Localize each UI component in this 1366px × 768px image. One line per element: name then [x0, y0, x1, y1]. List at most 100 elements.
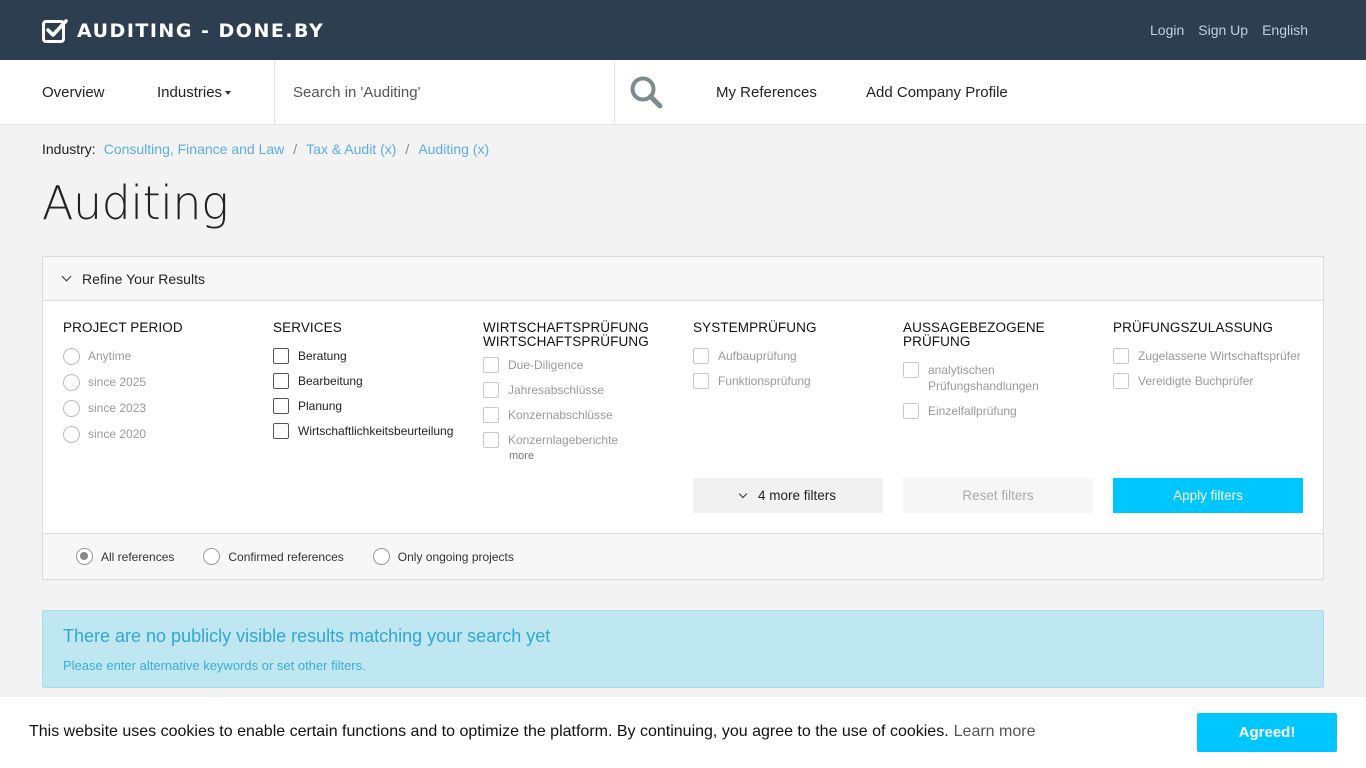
accept-cookies-button[interactable]: Agreed!: [1197, 713, 1337, 752]
breadcrumb-separator: /: [293, 141, 298, 157]
more-options-link[interactable]: more: [509, 450, 683, 462]
radio-button[interactable]: [372, 548, 390, 565]
search-box: [274, 60, 677, 125]
filter-project-period: PROJECT PERIOD Anytime since 2025 since …: [63, 321, 263, 443]
search-button[interactable]: [614, 60, 677, 124]
scope-ongoing-projects[interactable]: Only ongoing projects: [372, 548, 514, 565]
signup-link[interactable]: Sign Up: [1198, 22, 1248, 38]
assertion-option[interactable]: analytischen Prüfungshandlungen: [903, 362, 1103, 394]
alert-title: There are no publicly visible results ma…: [63, 626, 551, 646]
filter-title: SERVICES: [273, 320, 342, 335]
nav-industries-label: Industries: [157, 84, 223, 101]
nav-my-references[interactable]: My References: [716, 84, 817, 101]
system-option[interactable]: Aufbauprüfung: [693, 348, 893, 364]
scope-confirmed-references[interactable]: Confirmed references: [203, 548, 344, 565]
audit-option[interactable]: Jahresabschlüsse: [483, 382, 683, 398]
more-filters-button[interactable]: 4 more filters: [693, 478, 883, 513]
period-option[interactable]: since 2025: [63, 374, 263, 391]
checkbox[interactable]: [483, 382, 499, 398]
breadcrumb-tax-audit[interactable]: Tax & Audit (x): [306, 141, 396, 157]
radio-button[interactable]: [203, 548, 221, 565]
nav-add-company-profile[interactable]: Add Company Profile: [866, 84, 1008, 101]
checkbox[interactable]: [273, 398, 289, 414]
checkbox[interactable]: [693, 373, 709, 389]
audit-option[interactable]: Konzernlageberichte: [483, 432, 683, 448]
option-label: Konzernlageberichte: [508, 433, 619, 447]
radio-button[interactable]: [63, 374, 80, 391]
radio-button[interactable]: [63, 426, 80, 443]
option-label: Beratung: [298, 349, 347, 363]
nav-overview[interactable]: Overview: [42, 84, 105, 101]
nav-industries[interactable]: Industries: [157, 84, 232, 101]
breadcrumb-auditing[interactable]: Auditing (x): [418, 141, 489, 157]
cookie-message: This website uses cookies to enable cert…: [29, 723, 949, 740]
assertion-option[interactable]: Einzelfallprüfung: [903, 403, 1103, 419]
service-option[interactable]: Wirtschaftlichkeitsbeurteilung: [273, 423, 473, 439]
caret-down-icon: [225, 91, 232, 96]
checkbox[interactable]: [903, 403, 919, 419]
chevron-down-icon: [61, 271, 72, 282]
radio-button-selected[interactable]: [76, 548, 93, 565]
learn-more-link[interactable]: Learn more: [954, 723, 1036, 740]
checkbox[interactable]: [273, 348, 289, 364]
checkbox[interactable]: [483, 407, 499, 423]
reset-filters-button[interactable]: Reset filters: [903, 478, 1093, 513]
login-link[interactable]: Login: [1150, 22, 1184, 38]
checkbox[interactable]: [273, 373, 289, 389]
main-nav: Overview Industries My References Add Co…: [0, 60, 1366, 125]
service-option[interactable]: Beratung: [273, 348, 473, 364]
service-option[interactable]: Bearbeitung: [273, 373, 473, 389]
checkbox[interactable]: [273, 423, 289, 439]
option-label: since 2023: [88, 401, 147, 415]
refine-results-toggle[interactable]: Refine Your Results: [43, 257, 1323, 301]
refine-results-label: Refine Your Results: [82, 270, 205, 287]
cookie-text: This website uses cookies to enable cert…: [29, 723, 1035, 741]
audit-option[interactable]: Due-Diligence: [483, 357, 683, 373]
breadcrumb: Industry: Consulting, Finance and Law / …: [42, 141, 489, 157]
filter-title: WIRTSCHAFTSPRÜFUNG WIRTSCHAFTSPRÜFUNG: [483, 320, 649, 349]
license-option[interactable]: Vereidigte Buchprüfer: [1113, 373, 1313, 389]
option-label: Planung: [298, 399, 343, 413]
checkbox[interactable]: [693, 348, 709, 364]
breadcrumb-consulting[interactable]: Consulting, Finance and Law: [104, 141, 285, 157]
search-input[interactable]: [275, 60, 614, 124]
checkbox[interactable]: [1113, 373, 1129, 389]
scope-all-references[interactable]: All references: [76, 548, 174, 565]
filter-title: SYSTEMPRÜFUNG: [693, 320, 817, 335]
scope-label: All references: [101, 549, 175, 564]
breadcrumb-label: Industry:: [42, 141, 96, 157]
brand-logo[interactable]: AUDITING - DONE.BY: [42, 18, 324, 44]
filter-aussagebezogene-pruefung: AUSSAGEBEZOGENE PRÜFUNG analytischen Prü…: [903, 321, 1103, 419]
checkbox[interactable]: [1113, 348, 1129, 364]
period-option[interactable]: since 2020: [63, 426, 263, 443]
period-option[interactable]: Anytime: [63, 348, 263, 365]
filter-title: PROJECT PERIOD: [63, 320, 183, 335]
option-label: Due-Diligence: [508, 358, 584, 372]
radio-button[interactable]: [63, 400, 80, 417]
top-bar: AUDITING - DONE.BY Login Sign Up English: [0, 0, 1366, 60]
system-option[interactable]: Funktionsprüfung: [693, 373, 893, 389]
option-label: Zugelassene Wirtschaftsprüfer: [1138, 349, 1301, 363]
filter-title: AUSSAGEBEZOGENE PRÜFUNG: [903, 320, 1045, 349]
search-icon: [630, 76, 663, 109]
option-label: Funktionsprüfung: [718, 374, 811, 388]
checkbox[interactable]: [903, 362, 919, 378]
period-option[interactable]: since 2023: [63, 400, 263, 417]
license-option[interactable]: Zugelassene Wirtschaftsprüfer: [1113, 348, 1313, 364]
apply-filters-button[interactable]: Apply filters: [1113, 478, 1303, 513]
option-label: Anytime: [88, 349, 132, 363]
filter-panel: Refine Your Results PROJECT PERIOD Anyti…: [42, 256, 1324, 580]
language-link[interactable]: English: [1262, 22, 1308, 38]
radio-button[interactable]: [63, 348, 80, 365]
option-label: since 2025: [88, 375, 147, 389]
breadcrumb-separator: /: [405, 141, 410, 157]
service-option[interactable]: Planung: [273, 398, 473, 414]
checkbox[interactable]: [483, 432, 499, 448]
audit-option[interactable]: Konzernabschlüsse: [483, 407, 683, 423]
page-title: Auditing: [42, 176, 229, 230]
option-label: analytischen Prüfungshandlungen: [928, 363, 1039, 393]
checkbox[interactable]: [483, 357, 499, 373]
top-links: Login Sign Up English: [1150, 22, 1308, 38]
filter-services: SERVICES Beratung Bearbeitung Planung Wi…: [273, 321, 473, 439]
option-label: Bearbeitung: [298, 374, 363, 388]
